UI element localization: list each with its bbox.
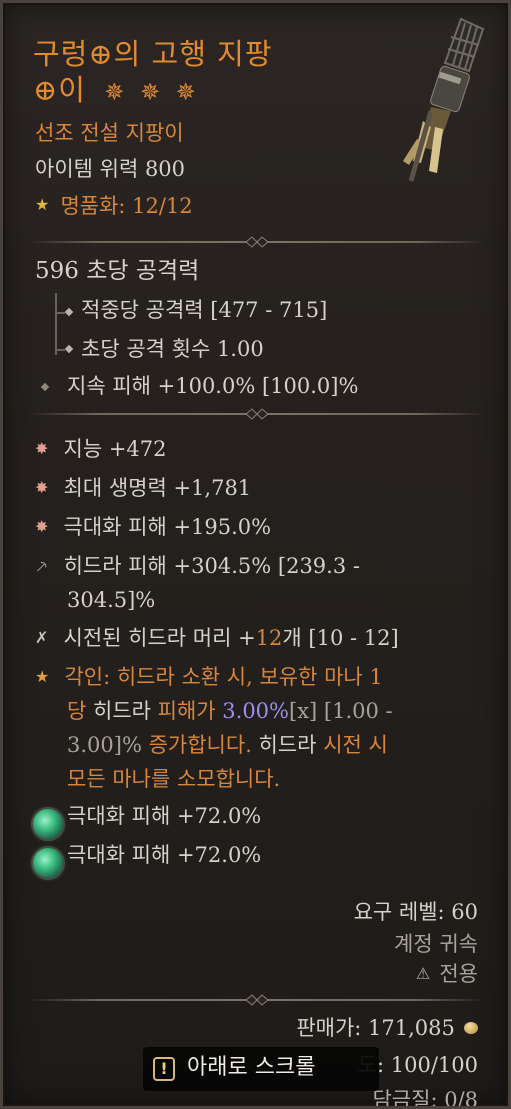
affix-burst-icon: ✸ <box>35 478 49 497</box>
staff-icon <box>403 17 485 182</box>
gem-bonus-1: 극대화 피해 +72.0% <box>67 804 262 828</box>
gem-bonus-2: 극대화 피해 +72.0% <box>67 843 262 867</box>
socket-glyphs: ✵ ✵ ✵ <box>104 78 200 106</box>
greater-affix-text-cont: 304.5]% <box>67 588 156 612</box>
affix-text: 극대화 피해 +195.0% <box>63 515 272 539</box>
aspect-text-1: 각인: 히드라 소환 시, 보유한 마나 1 <box>64 665 383 689</box>
gold-icon <box>464 1022 478 1034</box>
emerald-gem-icon <box>33 809 63 839</box>
star-icon: ★ <box>35 195 50 214</box>
tempered-affix: ✗ 시전된 히드라 머리 +12개 [10 - 12] <box>35 625 399 651</box>
affix-burst-icon: ✸ <box>35 439 49 458</box>
item-power: 아이템 위력 800 <box>35 157 186 181</box>
dps-value: 596 초당 공격력 <box>35 258 200 284</box>
aspect-row3: 3.00]% 증가합니다. 히드라 시전 시 <box>67 732 388 758</box>
aspect-row2: 당 히드라 피해가 3.00%[x] [1.00 - <box>67 698 393 724</box>
damage-per-hit: 적중당 공격력 [477 - 715] <box>81 298 328 322</box>
emerald-gem-icon <box>33 848 63 878</box>
dot-damage: 지속 피해 +100.0% [100.0]% <box>67 374 359 398</box>
greater-affix-row1: ⸕ 히드라 피해 +304.5% [239.3 - <box>35 553 360 579</box>
tempered-before: 시전된 히드라 머리 + <box>63 626 256 650</box>
tempered-affix-icon: ✗ <box>35 628 49 647</box>
aspect-seg: 피해가 <box>157 699 223 723</box>
affix-max-life: ✸ 최대 생명력 +1,781 <box>35 475 251 501</box>
item-name-line1: 구렁⊕의 고행 지팡 <box>33 37 273 71</box>
affix-text: 지능 +472 <box>63 437 167 461</box>
aspect-seg: 히드라 <box>93 699 158 723</box>
aspect-star-icon: ★ <box>35 667 50 686</box>
diamond-bullet-icon <box>40 382 50 392</box>
scroll-hint-label: 아래로 스크롤 <box>187 1055 316 1080</box>
affix-intelligence: ✸ 지능 +472 <box>35 436 167 462</box>
aspect-value: 3.00% <box>222 699 289 723</box>
sell-value-row: 판매가: 171,085 <box>296 1015 478 1041</box>
tempered-after: 개 [10 - 12] <box>282 626 399 650</box>
class-restriction: ⚠ 전용 <box>416 961 478 987</box>
item-type: 선조 전설 지팡이 <box>35 121 184 145</box>
aspect-seg: [x] [1.00 - <box>289 699 393 723</box>
temper-count: 담금질: 0/8 <box>372 1088 478 1109</box>
aspect-seg: 3.00]% <box>67 733 149 757</box>
aspect-seg: 히드라 <box>258 733 324 757</box>
item-tooltip: 구렁⊕의 고행 지팡 ⊕이 ✵ ✵ ✵ 선조 전설 지팡이 아이템 위력 800… <box>0 0 511 1109</box>
account-bound: 계정 귀속 <box>394 932 478 956</box>
divider <box>29 994 485 1006</box>
aspect-row1: ★ 각인: 히드라 소환 시, 보유한 마나 1 <box>35 664 383 690</box>
required-level: 요구 레벨: 60 <box>353 900 478 924</box>
aspect-seg: 증가합니다. <box>148 733 259 757</box>
item-name-line2: ⊕이 ✵ ✵ ✵ <box>33 73 200 109</box>
affix-text: 최대 생명력 +1,781 <box>63 476 252 500</box>
aspect-seg: 당 <box>67 699 93 723</box>
class-icon: ⚠ <box>415 964 431 983</box>
class-only-text: 전용 <box>439 962 478 986</box>
scroll-hint[interactable]: ! 아래로 스크롤 <box>143 1047 379 1091</box>
sell-value: 판매가: 171,085 <box>296 1016 455 1040</box>
divider <box>29 236 485 248</box>
aspect-seg: 시전 시 <box>323 733 388 757</box>
affix-burst-icon: ✸ <box>35 517 49 536</box>
attacks-per-second: 초당 공격 횟수 1.00 <box>81 337 264 361</box>
masterwork-row: ★ 명품화: 12/12 <box>35 193 193 219</box>
affix-crit-damage: ✸ 극대화 피해 +195.0% <box>35 514 271 540</box>
tempered-value: 12 <box>255 626 283 650</box>
item-name-suffix: ⊕이 <box>33 73 86 107</box>
masterwork-text: 명품화: 12/12 <box>60 194 193 218</box>
greater-affix-icon: ⸕ <box>35 556 49 577</box>
aspect-row4: 모든 마나를 소모합니다. <box>67 767 281 791</box>
exclamation-icon: ! <box>153 1057 175 1081</box>
divider <box>29 408 485 420</box>
greater-affix-text: 히드라 피해 +304.5% [239.3 - <box>63 554 360 578</box>
